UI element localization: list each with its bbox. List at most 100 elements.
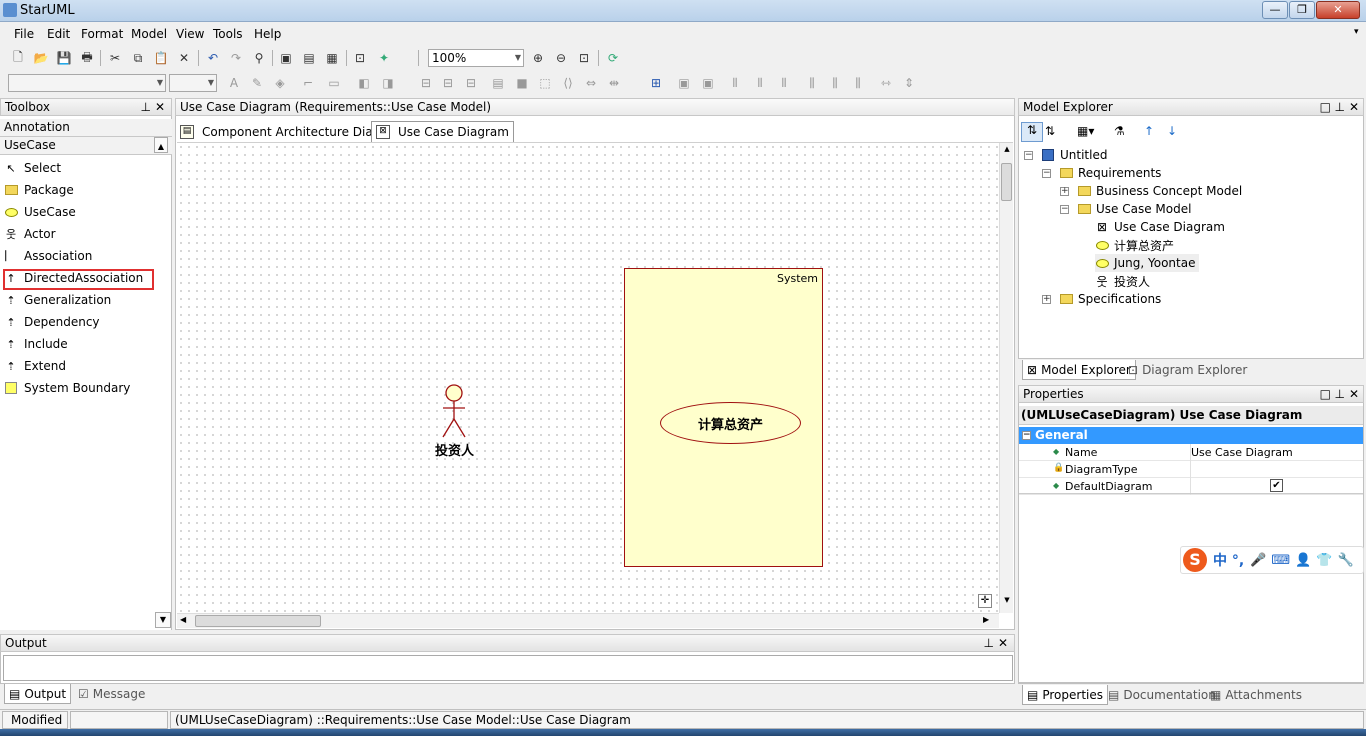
align-top-icon[interactable]: ⫴ bbox=[727, 75, 743, 91]
tool-actor[interactable]: 웃 Actor bbox=[4, 223, 56, 245]
equal-width-icon[interactable]: ⇿ bbox=[878, 75, 894, 91]
align-bottom-icon[interactable]: ⫴ bbox=[776, 75, 792, 91]
scroll-down-icon[interactable]: ▼ bbox=[1000, 596, 1014, 604]
move-up-icon[interactable]: ↑ bbox=[1144, 124, 1154, 138]
toolbox-close-icon[interactable]: ✕ bbox=[155, 99, 165, 115]
minimize-button[interactable]: — bbox=[1262, 1, 1288, 19]
pin-icon[interactable]: ⊥ bbox=[141, 99, 151, 115]
ungroup-icon[interactable]: ⇔ bbox=[583, 75, 599, 91]
tool-dependency[interactable]: ⇡ Dependency bbox=[4, 311, 99, 333]
collapse-icon[interactable]: − bbox=[1024, 151, 1033, 160]
collapse-up-icon[interactable]: ▲ bbox=[154, 137, 168, 153]
tool-usecase[interactable]: UseCase bbox=[4, 201, 76, 223]
default-diagram-checkbox[interactable]: ✔ bbox=[1270, 479, 1283, 492]
send-back-icon[interactable]: ◨ bbox=[380, 75, 396, 91]
tool-package[interactable]: Package bbox=[4, 179, 74, 201]
tree-use-case-model[interactable]: Use Case Model bbox=[1077, 200, 1191, 218]
tree-actor[interactable]: 웃 投资人 bbox=[1095, 272, 1150, 290]
space-h-icon[interactable]: ⫼ bbox=[804, 75, 820, 91]
skin-icon[interactable]: 👕 bbox=[1316, 553, 1332, 568]
expand-icon[interactable]: + bbox=[1042, 295, 1051, 304]
line-style-icon[interactable]: ⌐ bbox=[300, 75, 316, 91]
tab-output[interactable]: ▤ Output bbox=[4, 684, 72, 704]
sort-icon[interactable]: ⇅ bbox=[1021, 122, 1043, 142]
arrange-icon[interactable]: ⬚ bbox=[537, 75, 553, 91]
toolbox-section-annotation[interactable]: Annotation bbox=[0, 119, 172, 137]
system-boundary[interactable]: System 计算总资产 bbox=[624, 268, 823, 567]
diagram-canvas[interactable]: 投资人 System 计算总资产 bbox=[177, 143, 999, 613]
save-icon[interactable]: 💾 bbox=[56, 50, 72, 66]
tool-generalization[interactable]: ⇡ Generalization bbox=[4, 289, 111, 311]
size2-icon[interactable]: ▣ bbox=[700, 75, 716, 91]
cut-icon[interactable]: ✂ bbox=[107, 50, 123, 66]
scroll-right-icon[interactable]: ▶ bbox=[983, 615, 989, 624]
add-element-icon[interactable]: ▦▾ bbox=[1077, 124, 1094, 138]
tree-specifications[interactable]: Specifications bbox=[1059, 290, 1161, 308]
redo-icon[interactable]: ↷ bbox=[228, 50, 244, 66]
prop-row-diagramtype[interactable]: 🔒 DiagramType bbox=[1019, 461, 1363, 478]
filter-icon[interactable]: ⚗ bbox=[1114, 124, 1125, 138]
tree-business-concept-model[interactable]: Business Concept Model bbox=[1077, 182, 1242, 200]
diagram-props-icon[interactable]: ▦ bbox=[324, 50, 340, 66]
maximize-icon[interactable]: □ bbox=[1320, 386, 1331, 402]
maximize-icon[interactable]: □ bbox=[1320, 99, 1331, 115]
ime-mode[interactable]: 中 °, bbox=[1213, 550, 1244, 570]
align-center-icon[interactable]: ⊟ bbox=[440, 75, 456, 91]
zoom-fit-icon[interactable]: ⊡ bbox=[576, 50, 592, 66]
expand-icon[interactable]: + bbox=[1060, 187, 1069, 196]
fill-color-icon[interactable]: ◈ bbox=[272, 75, 288, 91]
scroll-up-icon[interactable]: ▲ bbox=[1000, 145, 1014, 153]
tab-use-case-diagram[interactable]: ⊠ Use Case Diagram bbox=[371, 121, 514, 142]
menu-model[interactable]: Model bbox=[131, 27, 167, 41]
equal-height-icon[interactable]: ⇕ bbox=[901, 75, 917, 91]
pin-icon[interactable]: ⊥ bbox=[1335, 99, 1345, 115]
close-button[interactable]: ✕ bbox=[1316, 1, 1360, 19]
actor-figure[interactable] bbox=[437, 383, 471, 441]
microphone-icon[interactable]: 🎤 bbox=[1250, 553, 1266, 568]
bring-front-icon[interactable]: ◧ bbox=[356, 75, 372, 91]
diagram-vscrollbar[interactable]: ▲ ▼ bbox=[999, 143, 1013, 613]
toolbox-section-usecase[interactable]: UseCase ▲ bbox=[0, 137, 172, 155]
zoom-select[interactable]: 100% ▼ bbox=[428, 49, 524, 67]
zoom-in-icon[interactable]: ⊕ bbox=[530, 50, 546, 66]
undo-icon[interactable]: ↶ bbox=[205, 50, 221, 66]
tree-root[interactable]: Untitled bbox=[1041, 146, 1107, 164]
tree-jung-yoontae[interactable]: Jung, Yoontae bbox=[1095, 254, 1200, 272]
pin-icon[interactable]: ⊥ bbox=[984, 635, 994, 651]
copy-icon[interactable]: ⧉ bbox=[130, 50, 146, 66]
close-icon[interactable]: ✕ bbox=[1349, 386, 1359, 402]
tab-attachments[interactable]: ▦ Attachments bbox=[1210, 685, 1302, 705]
tool-extend[interactable]: ⇡ Extend bbox=[4, 355, 66, 377]
font-name-select[interactable]: ▼ bbox=[8, 74, 166, 92]
new-icon[interactable]: 🗋 bbox=[10, 50, 26, 66]
group-icon[interactable]: ⟨⟩ bbox=[560, 75, 576, 91]
sort-desc-icon[interactable]: ⇅ bbox=[1045, 124, 1055, 138]
scroll-left-icon[interactable]: ◀ bbox=[180, 615, 186, 624]
line-color-icon[interactable]: ✎ bbox=[249, 75, 265, 91]
tab-diagram-explorer[interactable]: ⊡ Diagram Explorer bbox=[1128, 360, 1247, 380]
find-icon[interactable]: ⚲ bbox=[251, 50, 267, 66]
space-v-icon[interactable]: ⫼ bbox=[827, 75, 843, 91]
center-h-icon[interactable]: ⫼ bbox=[850, 75, 866, 91]
align-right-icon[interactable]: ⊟ bbox=[463, 75, 479, 91]
move-down-icon[interactable]: ↓ bbox=[1167, 124, 1177, 138]
paste-icon[interactable]: 📋 bbox=[153, 50, 169, 66]
menu-overflow-icon[interactable]: ▾ bbox=[1354, 27, 1359, 37]
align-mid-icon[interactable]: ⫴ bbox=[752, 75, 768, 91]
add-diagram-icon[interactable]: ▣ bbox=[278, 50, 294, 66]
tool-select[interactable]: ↖ Select bbox=[4, 157, 61, 179]
menu-file[interactable]: File bbox=[14, 27, 34, 41]
layout-icon[interactable]: ▤ bbox=[490, 75, 506, 91]
tree-usecase[interactable]: 计算总资产 bbox=[1095, 236, 1174, 254]
close-icon[interactable]: ✕ bbox=[998, 635, 1008, 651]
vscroll-thumb[interactable] bbox=[1001, 163, 1012, 201]
collapse-icon[interactable]: − bbox=[1060, 205, 1069, 214]
navigator-icon[interactable]: ✛ bbox=[978, 594, 992, 608]
close-icon[interactable]: ✕ bbox=[1349, 99, 1359, 115]
tool-system-boundary[interactable]: System Boundary bbox=[4, 377, 130, 399]
tool-include[interactable]: ⇡ Include bbox=[4, 333, 67, 355]
print-icon[interactable]: 🖶 bbox=[79, 50, 95, 66]
usecase-ellipse[interactable]: 计算总资产 bbox=[660, 402, 801, 444]
tree-use-case-diagram[interactable]: ⊠ Use Case Diagram bbox=[1095, 218, 1225, 236]
menu-edit[interactable]: Edit bbox=[47, 27, 70, 41]
